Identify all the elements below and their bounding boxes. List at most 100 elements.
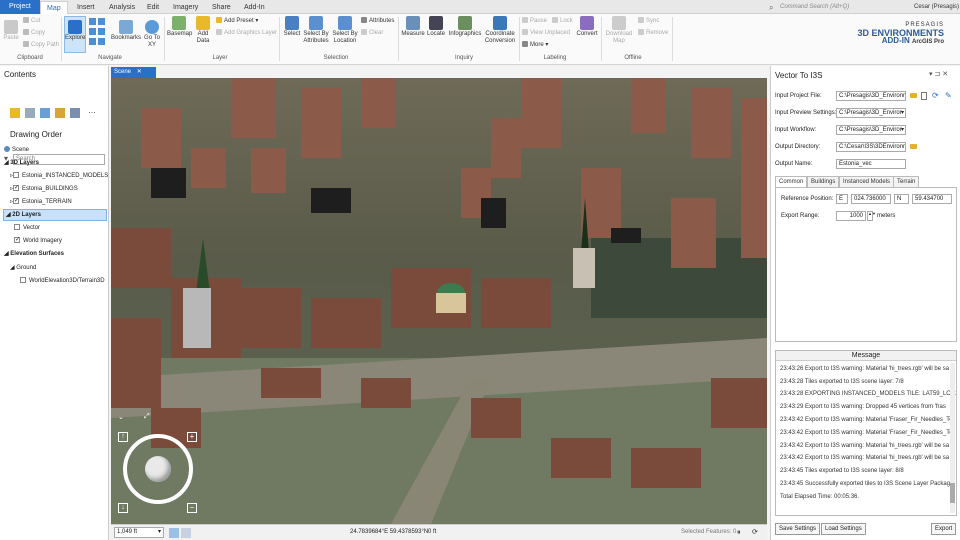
download-map-button[interactable]: Download Map — [604, 16, 634, 45]
paste-button[interactable]: Paste — [2, 20, 20, 42]
checkbox-terrain3d[interactable] — [20, 277, 26, 283]
remove-button[interactable]: Remove — [638, 29, 668, 37]
input-project-file-field[interactable]: C:\Presagis\3D_Environm — [836, 91, 906, 101]
zoom-out-icon[interactable] — [98, 28, 105, 35]
sync-button[interactable]: Sync — [638, 17, 659, 25]
tab-add-in[interactable]: Add-In — [238, 1, 271, 14]
refresh-icon[interactable]: ⟳ — [752, 525, 758, 540]
checkbox-buildings[interactable] — [13, 183, 19, 193]
tab-share[interactable]: Share — [206, 1, 237, 14]
zoom-layer-icon[interactable] — [98, 18, 105, 25]
list-by-drawing-order-icon[interactable] — [10, 108, 20, 118]
group-2d-layers[interactable]: ◢ 2D Layers — [3, 209, 107, 221]
group-elevation-surfaces[interactable]: ◢ Elevation Surfaces — [4, 249, 64, 259]
refresh-icon[interactable]: ⟳ — [932, 91, 939, 100]
layer-vector[interactable]: Vector — [14, 223, 40, 233]
more-button[interactable]: More ▾ — [522, 41, 548, 49]
select-by-location-button[interactable]: Select By Location — [331, 16, 359, 45]
input-preview-settings-dropdown[interactable]: C:\Presagis\3D_Enviror ▾ — [836, 108, 906, 118]
add-preset-button[interactable]: Add Preset ▾ — [216, 17, 258, 25]
cut-button[interactable]: Cut — [23, 17, 40, 25]
tab-insert[interactable]: Insert — [71, 1, 101, 14]
basemap-button[interactable]: Basemap — [167, 16, 192, 38]
navigator-ring[interactable] — [123, 434, 193, 504]
ground-item[interactable]: ◢ Ground — [10, 263, 36, 273]
zoom-in-nav-icon[interactable]: + — [187, 432, 197, 442]
tab-analysis[interactable]: Analysis — [103, 1, 141, 14]
layer-world-imagery[interactable]: World Imagery — [14, 235, 62, 246]
export-range-field[interactable]: 1000 — [836, 211, 866, 221]
zoom-out-nav-icon[interactable]: − — [187, 503, 197, 513]
output-name-field[interactable]: Estonia_vec — [836, 159, 906, 169]
document-icon[interactable] — [921, 92, 927, 100]
export-button[interactable]: Export — [931, 523, 957, 535]
back-arrow-icon[interactable] — [89, 38, 96, 45]
go-to-xy-button[interactable]: Go To XY — [143, 20, 161, 49]
layer-terrain[interactable]: ▹Estonia_TERRAIN — [10, 196, 72, 207]
scrollbar-thumb[interactable] — [950, 483, 955, 503]
convert-button[interactable]: Convert — [575, 16, 599, 38]
tab-imagery[interactable]: Imagery — [167, 1, 204, 14]
pause-drawing-icon[interactable]: ⏸ — [737, 525, 741, 540]
copy-path-button[interactable]: Copy Path — [23, 41, 59, 49]
scale-dropdown[interactable]: 1,049 ft ▾ — [114, 527, 164, 538]
checkbox-world-imagery[interactable] — [14, 235, 20, 245]
ref-e-value[interactable]: 024.736000 — [851, 194, 891, 204]
user-name[interactable]: Cesar (Presagis) — [914, 1, 959, 13]
grid-icon[interactable] — [181, 528, 191, 538]
edit-icon[interactable]: ✎ — [945, 91, 952, 100]
full-extent-icon[interactable]: ⤢ — [144, 413, 150, 421]
save-settings-button[interactable]: Save Settings — [775, 523, 821, 535]
layer-terrain3d[interactable]: WorldElevation3D/Terrain3D — [20, 276, 105, 286]
checkbox-vector[interactable] — [14, 224, 20, 230]
list-by-data-source-icon[interactable] — [25, 108, 35, 118]
export-range-stepper[interactable]: ▲▼ — [867, 211, 876, 221]
tab-scene[interactable]: Scene ✕ — [111, 67, 156, 78]
ref-n-dropdown[interactable]: N — [894, 194, 909, 204]
folder-icon[interactable] — [910, 144, 917, 149]
select-by-attributes-button[interactable]: Select By Attributes — [302, 16, 330, 45]
list-by-selection-icon[interactable] — [40, 108, 50, 118]
layer-instanced-models[interactable]: ▹ Estonia_INSTANCED_MODELS — [10, 171, 108, 181]
list-by-editing-icon[interactable] — [55, 108, 65, 118]
checkbox-instanced-models[interactable] — [13, 172, 20, 178]
input-workflow-dropdown[interactable]: C:\Presagis\3D_Enviror ▾ — [836, 125, 906, 135]
explore-button[interactable]: Explore — [64, 16, 86, 53]
scene-item[interactable]: Scene — [4, 145, 29, 155]
attributes-button[interactable]: Attributes — [361, 17, 394, 25]
navigate-arrows[interactable] — [89, 18, 107, 48]
bookmarks-button[interactable]: Bookmarks — [110, 20, 142, 42]
navigator-globe-icon[interactable] — [145, 456, 171, 482]
ref-e-dropdown[interactable]: E — [836, 194, 848, 204]
coordinate-conversion-button[interactable]: Coordinate Conversion — [484, 16, 516, 45]
folder-icon[interactable] — [910, 93, 917, 98]
tilt-down-icon[interactable]: ↓ — [118, 503, 128, 513]
output-directory-field[interactable]: C:\Cesar\I3S\3DEnvironm — [836, 142, 906, 152]
lock-labeling-button[interactable]: Lock — [552, 17, 573, 25]
close-icon[interactable]: ✕ — [137, 69, 142, 75]
scene-view[interactable]: ⌄ ⤢ ↑ + ↓ − — [111, 78, 767, 524]
add-data-button[interactable]: Add Data — [193, 16, 213, 45]
collapse-nav-icon[interactable]: ⌄ — [118, 413, 124, 421]
select-button[interactable]: Select — [282, 16, 302, 38]
message-scrollbar[interactable] — [950, 363, 955, 513]
view-unplaced-button[interactable]: View Unplaced — [522, 29, 570, 37]
list-by-labeling-icon[interactable] — [70, 108, 80, 118]
pause-labeling-button[interactable]: Pause — [522, 17, 547, 25]
more-options-icon[interactable]: … — [88, 106, 96, 115]
ref-n-value[interactable]: 59.434700 — [912, 194, 952, 204]
layout-icon[interactable] — [169, 528, 179, 538]
layer-buildings[interactable]: ▹Estonia_BUILDINGS — [10, 183, 78, 194]
copy-button[interactable]: Copy — [23, 29, 45, 37]
tab-project[interactable]: Project — [0, 0, 40, 14]
clear-selection-button[interactable]: Clear — [361, 29, 383, 37]
tab-edit[interactable]: Edit — [141, 1, 165, 14]
add-graphics-layer-button[interactable]: Add Graphics Layer — [216, 29, 277, 37]
group-3d-layers[interactable]: ◢ 3D Layers — [4, 158, 39, 168]
measure-button[interactable]: Measure — [401, 16, 425, 38]
infographics-button[interactable]: Infographics — [447, 16, 483, 38]
tilt-up-icon[interactable]: ↑ — [118, 432, 128, 442]
zoom-full-icon[interactable] — [89, 18, 96, 25]
checkbox-terrain[interactable] — [13, 196, 19, 206]
tab-map[interactable]: Map — [40, 1, 68, 14]
